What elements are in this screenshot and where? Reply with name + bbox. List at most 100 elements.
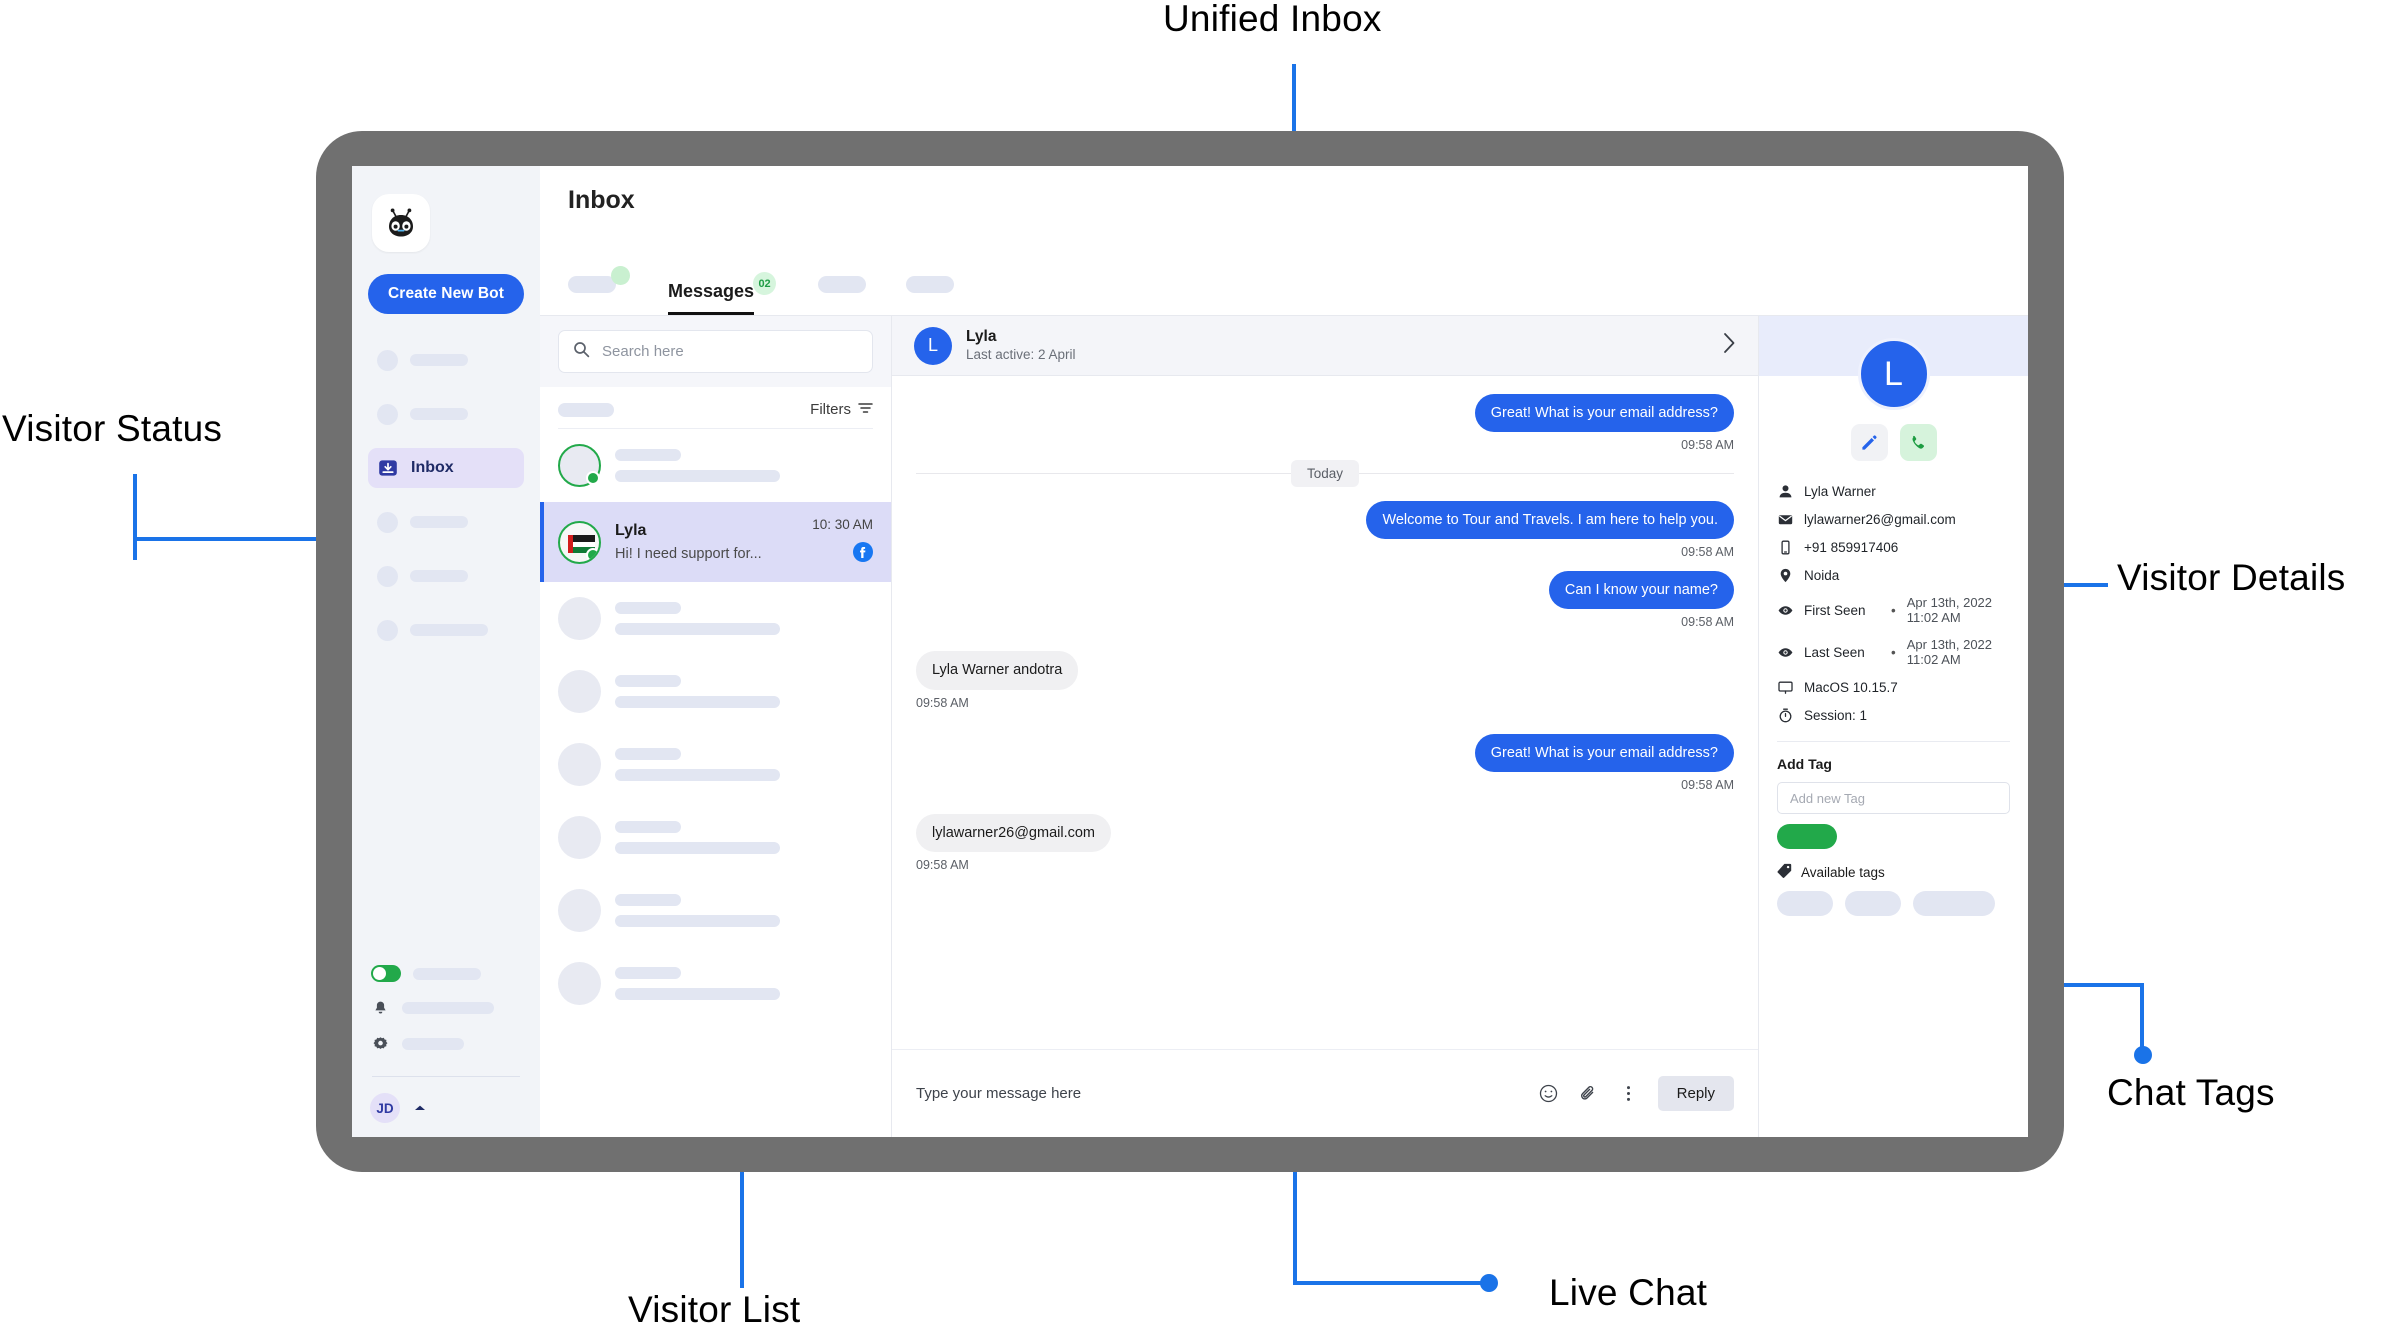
avatar — [558, 444, 601, 487]
create-new-bot-button[interactable]: Create New Bot — [368, 274, 524, 314]
list-item[interactable] — [540, 874, 891, 947]
detail-value: MacOS 10.15.7 — [1804, 679, 1898, 695]
search-input[interactable]: Search here — [558, 330, 873, 373]
tab-skeleton-4[interactable] — [906, 262, 955, 307]
list-item-time: 10: 30 AM — [812, 517, 873, 532]
avatar: L — [1857, 338, 1930, 410]
tag-icon — [1777, 863, 1792, 881]
search-placeholder: Search here — [602, 343, 684, 360]
timer-icon — [1777, 707, 1793, 723]
add-tag-heading: Add Tag — [1777, 756, 1832, 772]
list-item[interactable] — [540, 728, 891, 801]
tab-label: Messages — [668, 280, 755, 301]
inbox-icon — [377, 457, 399, 479]
sidebar-item-skeleton-5[interactable] — [368, 556, 524, 596]
avatar: JD — [370, 1093, 400, 1123]
tag-chip-skeleton[interactable] — [1845, 891, 1901, 916]
sidebar-nav: Inbox — [368, 340, 524, 664]
avatar: L — [914, 326, 952, 365]
list-item[interactable] — [540, 582, 891, 655]
detail-separator: • — [1891, 602, 1896, 618]
detail-value: Apr 13th, 2022 11:02 AM — [1906, 637, 1993, 667]
skeleton-tab-label — [906, 276, 955, 293]
skeleton-circle-icon — [377, 349, 398, 371]
callout-line-chat-tags-v — [2140, 983, 2144, 1053]
skeleton-label — [410, 354, 468, 366]
message-time: 09:58 AM — [916, 857, 969, 872]
skeleton-tab-label — [568, 276, 616, 293]
detail-first-seen: First Seen • Apr 13th, 2022 11:02 AM — [1777, 595, 2010, 625]
sidebar-bottom: JD — [368, 965, 524, 1123]
chevron-up-icon[interactable] — [414, 1099, 426, 1117]
skeleton-label — [558, 402, 614, 417]
callout-visitor-status: Visitor Status — [2, 408, 223, 449]
tab-skeleton-3[interactable] — [818, 262, 867, 307]
skeleton-label — [410, 408, 468, 420]
kebab-menu-icon[interactable] — [1618, 1083, 1640, 1105]
message-text: Great! What is your email address? — [1474, 733, 1734, 772]
sidebar-item-skeleton-2[interactable] — [368, 394, 524, 434]
message-bubble: Great! What is your email address? 09:58… — [916, 733, 1734, 792]
callout-live-chat: Live Chat — [1549, 1272, 1708, 1313]
settings-row[interactable] — [368, 1034, 524, 1054]
message-time: 09:58 AM — [1681, 777, 1734, 792]
availability-toggle[interactable] — [371, 965, 401, 982]
sidebar-item-skeleton-1[interactable] — [368, 340, 524, 380]
detail-value: lylawarner26@gmail.com — [1804, 511, 1956, 527]
sidebar-item-inbox[interactable]: Inbox — [368, 448, 524, 488]
add-tag-input[interactable]: Add new Tag — [1777, 782, 2010, 814]
visitor-list-panel: Search here Filters Lyla Hi! I need supp… — [540, 316, 892, 1137]
message-input[interactable]: Type your message here — [916, 1085, 1520, 1102]
detail-value: Noida — [1804, 567, 1840, 583]
tag-section: Add Tag Add new Tag Available tags — [1759, 742, 2028, 916]
tab-bar: Messages 02 — [540, 266, 2028, 316]
tab-skeleton-1[interactable] — [568, 262, 630, 307]
skeleton-label — [410, 570, 468, 582]
avatar — [558, 597, 601, 640]
detail-separator: • — [1891, 644, 1896, 660]
detail-label: First Seen — [1804, 602, 1866, 618]
skeleton-circle-icon — [377, 619, 398, 641]
sidebar-item-skeleton-6[interactable] — [368, 610, 524, 650]
tag-chip-skeleton[interactable] — [1913, 891, 1995, 916]
chevron-right-icon[interactable] — [1723, 332, 1736, 359]
mobile-icon — [1777, 539, 1793, 555]
list-item[interactable] — [540, 655, 891, 728]
phone-icon[interactable] — [1899, 424, 1937, 461]
screenshot-root: Unified Inbox Visitor Status Visitor Det… — [0, 0, 2391, 1339]
message-composer: Type your message here Reply — [892, 1049, 1758, 1137]
page-header: Inbox — [540, 166, 2028, 271]
avatar — [558, 816, 601, 859]
emoji-icon[interactable] — [1538, 1083, 1560, 1105]
person-icon — [1777, 483, 1793, 499]
list-item-lyla[interactable]: Lyla Hi! I need support for... 10: 30 AM — [540, 502, 891, 582]
message-text: Lyla Warner andotra — [916, 651, 1079, 690]
skeleton-circle-icon — [377, 403, 398, 425]
sidebar: Create New Bot Inbox JD — [352, 166, 540, 1137]
pencil-icon[interactable] — [1850, 424, 1888, 461]
detail-phone: +91 859917406 — [1777, 539, 2010, 555]
user-profile-row[interactable]: JD — [368, 1093, 524, 1123]
callout-line-visitor-status-v — [133, 474, 137, 560]
online-status-icon — [586, 547, 599, 562]
active-tag-chip[interactable] — [1777, 824, 1837, 849]
tab-messages[interactable]: Messages 02 — [668, 270, 777, 315]
list-item[interactable] — [540, 429, 891, 502]
list-item[interactable] — [540, 801, 891, 874]
filters-button[interactable]: Filters — [810, 401, 873, 418]
message-text: lylawarner26@gmail.com — [916, 813, 1111, 852]
reply-button[interactable]: Reply — [1657, 1076, 1734, 1111]
paperclip-icon[interactable] — [1578, 1083, 1600, 1105]
availability-toggle-row[interactable] — [368, 965, 524, 982]
tag-chip-skeleton[interactable] — [1777, 891, 1833, 916]
search-icon — [573, 341, 590, 363]
list-item[interactable] — [540, 947, 891, 1020]
message-bubble: Lyla Warner andotra 09:58 AM — [916, 651, 1734, 710]
notifications-row[interactable] — [368, 998, 524, 1018]
page-title: Inbox — [568, 186, 635, 214]
detail-email: lylawarner26@gmail.com — [1777, 511, 2010, 527]
skeleton-tab-label — [818, 276, 867, 293]
skeleton-label — [402, 1002, 494, 1014]
sidebar-item-skeleton-4[interactable] — [368, 502, 524, 542]
detail-name: Lyla Warner — [1777, 483, 2010, 499]
